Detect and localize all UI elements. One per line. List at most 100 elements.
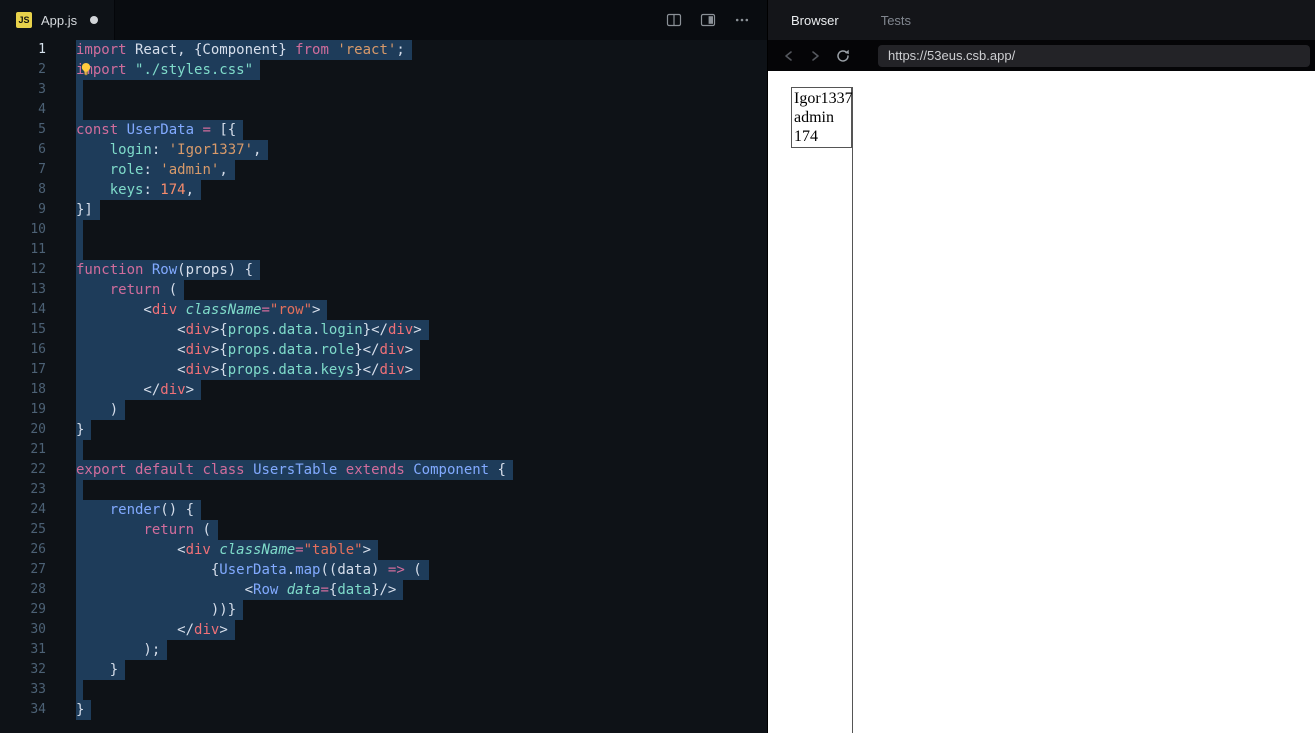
line-number: 34 (30, 702, 46, 717)
code-line[interactable]: 21 (0, 440, 767, 460)
refresh-icon (837, 49, 849, 62)
browser-preview: Igor1337 admin 174 (768, 71, 1315, 733)
line-number: 5 (38, 122, 46, 137)
code-line[interactable]: 18 </div> (0, 380, 767, 400)
code-line[interactable]: 19 ) (0, 400, 767, 420)
preview-login-cell: Igor1337 (794, 90, 853, 107)
code-line[interactable]: 20} (0, 420, 767, 440)
code-line[interactable]: 4 (0, 100, 767, 120)
code-line[interactable]: 23 (0, 480, 767, 500)
line-number: 20 (30, 422, 46, 437)
code-line[interactable]: 26 <div className="table"> (0, 540, 767, 560)
line-number: 27 (30, 562, 46, 577)
more-actions-button[interactable] (733, 11, 751, 29)
preview-row: Igor1337 admin 174 (791, 87, 853, 148)
preview-keys-cell: 174 (794, 128, 818, 145)
line-number: 4 (38, 102, 46, 117)
code-line[interactable]: 33 (0, 680, 767, 700)
line-number: 24 (30, 502, 46, 517)
code-lines[interactable]: 1 import React, {Component} from 'react';… (0, 40, 767, 720)
line-number: 16 (30, 342, 46, 357)
open-preview-icon (700, 13, 716, 27)
open-preview-button[interactable] (699, 11, 717, 29)
line-number: 2 (38, 62, 46, 77)
code-line[interactable]: 3 (0, 80, 767, 100)
line-number: 1 (38, 42, 46, 57)
line-number: 15 (30, 322, 46, 337)
code-line[interactable]: 32 } (0, 660, 767, 680)
code-line[interactable]: 15 <div>{props.data.login}</div> (0, 320, 767, 340)
code-line[interactable]: 12 function Row(props) { (0, 260, 767, 280)
line-number: 28 (30, 582, 46, 597)
code-line[interactable]: 5 const UserData = [{ (0, 120, 767, 140)
line-number: 18 (30, 382, 46, 397)
code-line[interactable]: 22 export default class UsersTable extend… (0, 460, 767, 480)
code-line[interactable]: 25 return ( (0, 520, 767, 540)
line-number: 3 (38, 82, 46, 97)
line-number: 31 (30, 642, 46, 657)
code-action-lightbulb-icon[interactable] (79, 62, 93, 76)
code-line[interactable]: 17 <div>{props.data.keys}</div> (0, 360, 767, 380)
panel-tab-bar: Browser Tests (768, 0, 1315, 40)
line-number: 17 (30, 362, 46, 377)
code-line[interactable]: 29 ))} (0, 600, 767, 620)
code-line[interactable]: 7 role: 'admin', (0, 160, 767, 180)
unsaved-changes-dot-icon (90, 16, 99, 24)
tab-label: App.js (41, 12, 78, 28)
line-number: 22 (30, 462, 46, 477)
javascript-file-icon: JS (16, 12, 32, 28)
code-line[interactable]: 27 {UserData.map((data) => ( (0, 560, 767, 580)
code-line[interactable]: 8 keys: 174, (0, 180, 767, 200)
line-number: 19 (30, 402, 46, 417)
code-line[interactable]: 14 <div className="row"> (0, 300, 767, 320)
line-number: 29 (30, 602, 46, 617)
refresh-button[interactable] (834, 47, 852, 65)
preview-table: Igor1337 admin 174 (791, 87, 853, 733)
line-number: 14 (30, 302, 46, 317)
split-editor-button[interactable] (665, 11, 683, 29)
line-number: 12 (30, 262, 46, 277)
ellipsis-icon (735, 18, 749, 22)
preview-panel: Browser Tests Igor1337 admin 174 (767, 0, 1315, 733)
line-number: 6 (38, 142, 46, 157)
code-line[interactable]: 11 (0, 240, 767, 260)
line-number: 11 (30, 242, 46, 257)
preview-role-cell: admin (794, 109, 834, 126)
line-number: 7 (38, 162, 46, 177)
code-line[interactable]: 9}] (0, 200, 767, 220)
tab-appjs[interactable]: JS App.js (0, 0, 116, 40)
line-number: 13 (30, 282, 46, 297)
code-line[interactable]: 2 import "./styles.css" (0, 60, 767, 80)
line-number: 21 (30, 442, 46, 457)
line-number: 9 (38, 202, 46, 217)
code-line[interactable]: 6 login: 'Igor1337', (0, 140, 767, 160)
line-number: 23 (30, 482, 46, 497)
code-editor: JS App.js 1 import React, {Component} fro… (0, 0, 767, 733)
code-line[interactable]: 30 </div> (0, 620, 767, 640)
tab-tests[interactable]: Tests (881, 13, 911, 28)
line-number: 10 (30, 222, 46, 237)
code-line[interactable]: 24 render() { (0, 500, 767, 520)
back-button[interactable] (780, 47, 798, 65)
split-editor-icon (666, 13, 682, 27)
forward-icon (812, 50, 819, 61)
tab-browser[interactable]: Browser (791, 13, 839, 28)
line-number: 33 (30, 682, 46, 697)
line-number: 26 (30, 542, 46, 557)
line-number: 32 (30, 662, 46, 677)
code-line[interactable]: 31 ); (0, 640, 767, 660)
back-icon (785, 50, 792, 61)
forward-button[interactable] (806, 47, 824, 65)
code-line[interactable]: 34} (0, 700, 767, 720)
code-line[interactable]: 13 return ( (0, 280, 767, 300)
line-number: 25 (30, 522, 46, 537)
url-input[interactable] (878, 44, 1310, 67)
code-line[interactable]: 16 <div>{props.data.role}</div> (0, 340, 767, 360)
code-line[interactable]: 28 <Row data={data}/> (0, 580, 767, 600)
code-line[interactable]: 1 import React, {Component} from 'react'; (0, 40, 767, 60)
code-line[interactable]: 10 (0, 220, 767, 240)
line-number: 8 (38, 182, 46, 197)
browser-navigation-bar (768, 40, 1315, 71)
editor-tab-bar: JS App.js (0, 0, 767, 40)
line-number: 30 (30, 622, 46, 637)
